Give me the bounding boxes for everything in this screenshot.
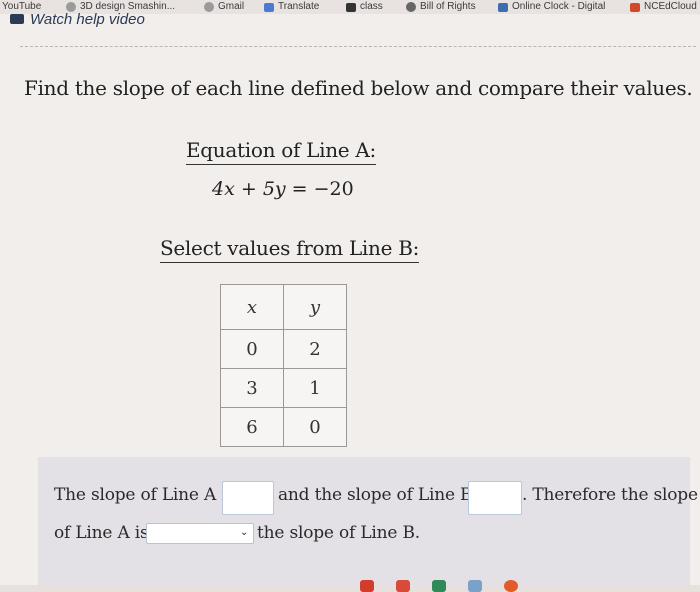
table-cell: 1: [283, 368, 347, 408]
slope-a-input[interactable]: [222, 481, 274, 515]
line-a-heading: Equation of Line A:: [186, 138, 376, 165]
watch-help-video-link[interactable]: Watch help video: [10, 10, 145, 28]
answer-text-3: . Therefore the slope: [522, 485, 698, 505]
bookmark-label: Online Clock - Digital: [512, 1, 606, 12]
bookmark-label: NCEdCloud: [644, 1, 697, 12]
table-cell: 3: [220, 368, 284, 408]
table-header-x: x: [220, 284, 284, 330]
bookmark-label: Gmail: [218, 1, 245, 12]
line-b-table: x y 0 2 3 1 6 0: [220, 284, 347, 447]
bookmark-label: Translate: [278, 1, 320, 12]
table-header-y: y: [283, 284, 347, 330]
comparison-dropdown[interactable]: ⌄: [146, 523, 254, 544]
table-cell: 2: [283, 329, 347, 369]
globe-icon: [406, 2, 416, 12]
table-row: 0 2: [220, 329, 347, 369]
ncedcloud-icon: [630, 2, 640, 12]
app-icon[interactable]: [504, 580, 518, 592]
chevron-down-icon: ⌄: [240, 527, 249, 538]
app-icon[interactable]: [468, 580, 482, 592]
answer-text-5: the slope of Line B.: [257, 523, 420, 543]
equation-rhs: −20: [313, 178, 354, 200]
question-prompt: Find the slope of each line defined belo…: [24, 76, 693, 100]
table-cell: 0: [220, 329, 284, 369]
table-header-row: x y: [220, 284, 347, 330]
bookmark-bill-of-rights[interactable]: Bill of Rights: [406, 0, 476, 14]
bookmark-gmail[interactable]: Gmail: [204, 0, 244, 14]
answer-text-4: of Line A is: [54, 523, 149, 543]
app-icon[interactable]: [432, 580, 446, 592]
bookmark-label: Bill of Rights: [420, 1, 476, 12]
equation-plus: +: [234, 178, 263, 200]
bookmark-online-clock[interactable]: Online Clock - Digital: [498, 0, 605, 14]
equation-term-x: 4x: [212, 178, 235, 200]
question-page: Watch help video Find the slope of each …: [0, 11, 700, 592]
dock: [360, 580, 518, 592]
video-icon: [10, 14, 24, 24]
answer-text-2: and the slope of Line B is: [278, 485, 492, 505]
globe-icon: [204, 2, 214, 12]
equation-equals: =: [285, 178, 314, 200]
line-b-heading: Select values from Line B:: [160, 236, 419, 263]
clock-icon: [498, 2, 508, 12]
table-row: 3 1: [220, 368, 347, 408]
bookmark-class[interactable]: class: [346, 0, 383, 14]
table-cell: 6: [220, 407, 284, 447]
app-icon[interactable]: [360, 580, 374, 592]
classroom-icon: [346, 2, 356, 12]
divider: [20, 46, 696, 47]
bookmark-translate[interactable]: Translate: [264, 0, 319, 14]
equation-term-y: 5y: [262, 178, 286, 200]
line-a-equation: 4x + 5y = −20: [212, 178, 354, 200]
answer-panel: The slope of Line A is and the slope of …: [38, 457, 698, 585]
translate-icon: [264, 2, 274, 12]
answer-text-1: The slope of Line A is: [54, 485, 236, 505]
app-icon[interactable]: [396, 580, 410, 592]
table-row: 6 0: [220, 407, 347, 447]
slope-b-input[interactable]: [468, 481, 522, 515]
bookmark-label: class: [360, 1, 383, 12]
table-cell: 0: [283, 407, 347, 447]
watch-help-label: Watch help video: [30, 10, 145, 28]
bookmark-ncedcloud[interactable]: NCEdCloud: [630, 0, 697, 14]
